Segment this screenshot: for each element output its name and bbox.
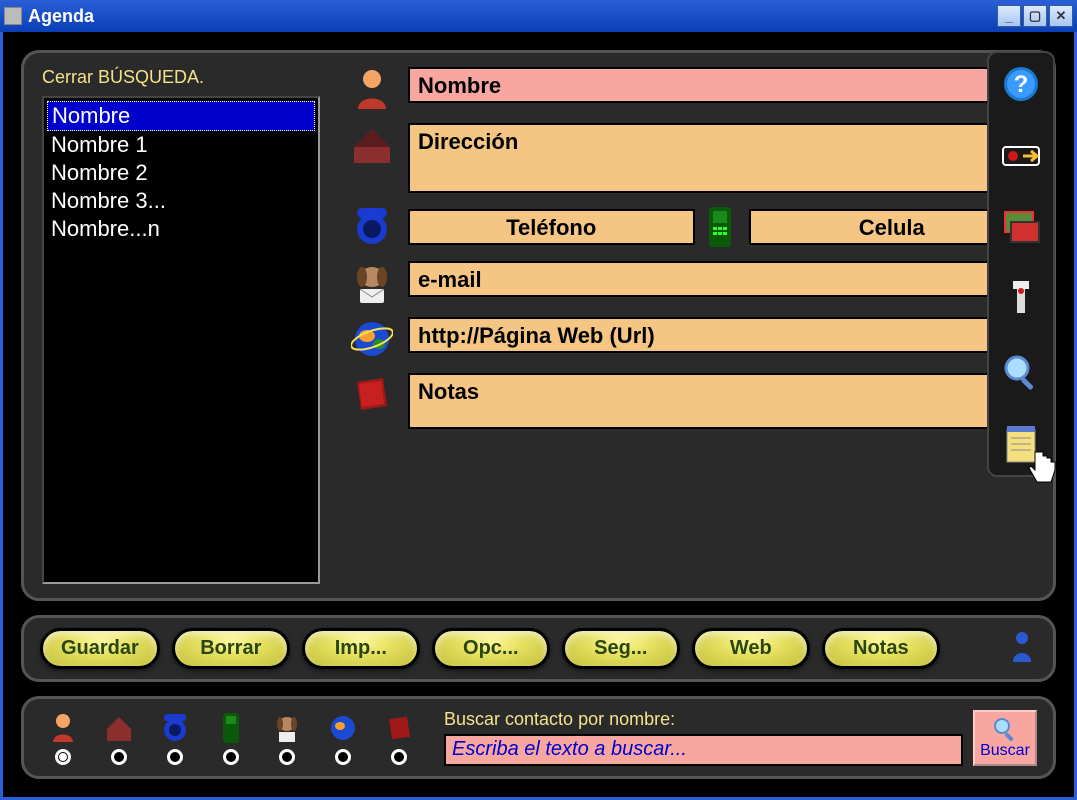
mobile-icon xyxy=(705,205,739,249)
name-list-item[interactable]: Nombre 3... xyxy=(47,187,315,215)
nombre-field[interactable]: Nombre xyxy=(408,67,1035,103)
magnify-icon xyxy=(992,716,1018,742)
notas-text: Notas xyxy=(418,379,479,404)
web-button[interactable]: Web xyxy=(692,628,810,669)
globe-icon xyxy=(350,317,394,361)
telefono-field[interactable]: Teléfono xyxy=(408,209,695,245)
filter-notes-radio[interactable] xyxy=(391,749,407,765)
app-body: Cerrar BÚSQUEDA. NombreNombre 1Nombre 2N… xyxy=(0,32,1077,800)
form-column: Nombre Dirección Teléfono xyxy=(350,67,1035,584)
filter-phone[interactable] xyxy=(152,711,198,765)
buscar-button[interactable]: Buscar xyxy=(973,710,1037,766)
filter-person[interactable] xyxy=(40,711,86,765)
person-icon xyxy=(49,711,77,745)
telefono-row: Teléfono Celula xyxy=(350,205,1035,249)
name-list-item[interactable]: Nombre xyxy=(47,101,315,131)
filter-house-radio[interactable] xyxy=(111,749,127,765)
app-window: Agenda _ ▢ ✕ Cerrar BÚSQUEDA. NombreNomb… xyxy=(0,0,1077,800)
guardar-button[interactable]: Guardar xyxy=(40,628,160,669)
nombre-row: Nombre xyxy=(350,67,1035,111)
phone-icon xyxy=(160,711,190,745)
shortcut-icon[interactable] xyxy=(1000,135,1042,177)
buscar-button-label: Buscar xyxy=(980,742,1030,760)
filter-mobile-radio[interactable] xyxy=(223,749,239,765)
search-magnify-icon[interactable] xyxy=(1000,351,1042,393)
name-list-item[interactable]: Nombre...n xyxy=(47,215,315,243)
borrar-button[interactable]: Borrar xyxy=(172,628,290,669)
filter-web-radio[interactable] xyxy=(335,749,351,765)
phone-icon xyxy=(350,205,394,249)
window-title: Agenda xyxy=(28,6,997,27)
book-icon xyxy=(350,373,394,417)
mobile-icon xyxy=(221,711,241,745)
notas-row: Notas ▲ ▼ xyxy=(350,373,1009,429)
side-toolbar: ? xyxy=(987,51,1055,477)
filter-phone-radio[interactable] xyxy=(167,749,183,765)
filter-email[interactable] xyxy=(264,711,310,765)
notepad-icon[interactable] xyxy=(1000,423,1042,465)
search-label: Buscar contacto por nombre: xyxy=(444,709,963,730)
opciones-button[interactable]: Opc... xyxy=(432,628,550,669)
cards-icon[interactable] xyxy=(1000,207,1042,249)
seguridad-button[interactable]: Seg... xyxy=(562,628,680,669)
search-bar: Buscar contacto por nombre: Escriba el t… xyxy=(21,696,1056,779)
globe-icon xyxy=(328,711,358,745)
filter-house[interactable] xyxy=(96,711,142,765)
close-button[interactable]: ✕ xyxy=(1049,5,1073,27)
house-icon xyxy=(350,123,394,167)
dog-mail-icon xyxy=(350,261,394,305)
direccion-row: Dirección xyxy=(350,123,1035,193)
notas-field[interactable]: Notas ▲ ▼ xyxy=(408,373,1009,429)
search-box-area: Buscar contacto por nombre: Escriba el t… xyxy=(444,709,963,766)
window-controls: _ ▢ ✕ xyxy=(997,5,1073,27)
close-search-label: Cerrar BÚSQUEDA. xyxy=(42,67,320,88)
maximize-button[interactable]: ▢ xyxy=(1023,5,1047,27)
book-icon xyxy=(385,711,413,745)
filter-notes[interactable] xyxy=(376,711,422,765)
email-field[interactable]: e-mail xyxy=(408,261,1035,297)
email-row: e-mail xyxy=(350,261,1035,305)
button-bar: Guardar Borrar Imp... Opc... Seg... Web … xyxy=(21,615,1056,682)
url-row: http://Página Web (Url) xyxy=(350,317,1035,361)
notas-button[interactable]: Notas xyxy=(822,628,940,669)
filter-person-radio[interactable] xyxy=(55,749,71,765)
dog-mail-icon xyxy=(272,711,302,745)
main-panel: Cerrar BÚSQUEDA. NombreNombre 1Nombre 2N… xyxy=(21,50,1056,601)
imprimir-button[interactable]: Imp... xyxy=(302,628,420,669)
name-list[interactable]: NombreNombre 1Nombre 2Nombre 3...Nombre.… xyxy=(42,96,320,584)
search-input[interactable]: Escriba el texto a buscar... xyxy=(444,734,963,766)
person-small-icon[interactable] xyxy=(1009,630,1037,668)
app-icon xyxy=(4,7,22,25)
help-icon[interactable]: ? xyxy=(1000,63,1042,105)
person-icon xyxy=(350,67,394,111)
left-column: Cerrar BÚSQUEDA. NombreNombre 1Nombre 2N… xyxy=(42,67,320,584)
name-list-item[interactable]: Nombre 2 xyxy=(47,159,315,187)
filter-web[interactable] xyxy=(320,711,366,765)
direccion-field[interactable]: Dirección xyxy=(408,123,1035,193)
tools-icon[interactable] xyxy=(1000,279,1042,321)
house-icon xyxy=(104,711,134,745)
minimize-button[interactable]: _ xyxy=(997,5,1021,27)
filter-mobile[interactable] xyxy=(208,711,254,765)
svg-text:?: ? xyxy=(1014,71,1029,98)
titlebar: Agenda _ ▢ ✕ xyxy=(0,0,1077,32)
filter-email-radio[interactable] xyxy=(279,749,295,765)
url-field[interactable]: http://Página Web (Url) xyxy=(408,317,1035,353)
name-list-item[interactable]: Nombre 1 xyxy=(47,131,315,159)
